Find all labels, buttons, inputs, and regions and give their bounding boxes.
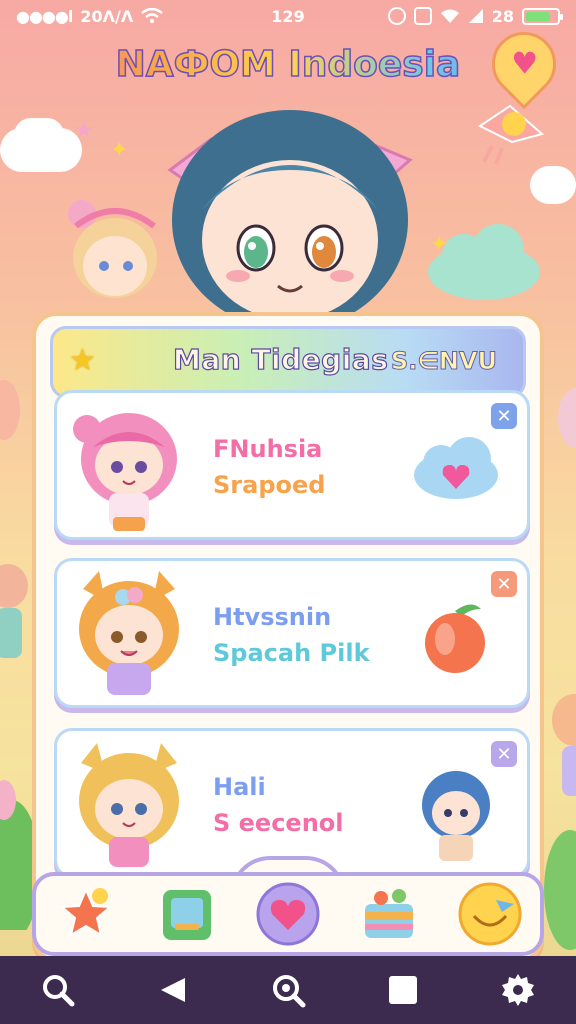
close-icon[interactable]: ✕: [491, 741, 517, 767]
card-subtitle: Srapoed: [213, 471, 326, 499]
balloon-decoration: [0, 380, 20, 440]
rocket-decoration: [478, 104, 545, 165]
menu-button[interactable]: S.∈NVU: [390, 347, 497, 376]
card-title: Hali: [213, 773, 266, 801]
cloud-decoration: [14, 118, 64, 152]
square-icon[interactable]: [379, 966, 427, 1014]
list-item-card[interactable]: FNuhsia Srapoed ✕: [54, 390, 530, 540]
signal-icon: ●●●●l: [16, 6, 73, 26]
right-bush-decoration: [544, 830, 576, 950]
orange-hair-character: [79, 571, 179, 695]
panel-header: ★ Man Tidegias S.∈NVU: [50, 326, 526, 398]
smiley-icon[interactable]: [458, 882, 522, 946]
heart-icon[interactable]: [256, 882, 320, 946]
right-edge-character: [552, 694, 576, 796]
bottom-dock: [32, 872, 544, 956]
sparkle-icon: ✦: [110, 138, 129, 163]
card-title: Htvssnin: [213, 603, 332, 631]
panel-title: Man Tidegias: [172, 342, 389, 376]
peach-icon: [425, 604, 485, 673]
star-badge-icon[interactable]: [54, 882, 118, 946]
status-left: ●●●●l 20Λ/Λ: [16, 7, 163, 26]
card-subtitle: Spacah Pilk: [213, 639, 370, 667]
status-time-left: 20Λ/Λ: [80, 6, 134, 26]
sparkle-icon: ★: [74, 118, 94, 143]
cloud-decoration: [530, 166, 576, 204]
close-icon[interactable]: ✕: [491, 403, 517, 429]
tablet-icon[interactable]: [155, 882, 219, 946]
hero-character-illustration: [167, 110, 413, 320]
card-subtitle: S eecenol: [213, 809, 344, 837]
left-edge-character: [0, 564, 28, 658]
battery-percent: 28: [491, 6, 514, 26]
back-icon[interactable]: [149, 966, 197, 1014]
cake-icon[interactable]: [357, 882, 421, 946]
search-icon[interactable]: [34, 966, 82, 1014]
heart-cloud-icon: [414, 437, 498, 499]
app-title: NAФOM Indoesia: [0, 43, 576, 86]
close-icon[interactable]: ✕: [491, 571, 517, 597]
status-right: 28: [387, 6, 563, 26]
zoom-icon[interactable]: [264, 966, 312, 1014]
cell-signal-icon: [468, 9, 483, 23]
blonde-hair-character: [79, 743, 179, 867]
battery-fill: [526, 11, 550, 21]
system-nav-bar: [0, 956, 576, 1024]
status-bar: ●●●●l 20Λ/Λ 129 28: [0, 0, 576, 32]
sync-icon: [387, 7, 406, 25]
balloon-decoration: [558, 388, 576, 448]
wifi-icon: [141, 8, 163, 23]
card-title: FNuhsia: [213, 435, 323, 463]
pink-hair-character: [73, 413, 177, 531]
star-icon[interactable]: ★: [69, 343, 96, 378]
battery-icon: [522, 7, 563, 25]
list-item-card[interactable]: Htvssnin Spacah Pilk ✕: [54, 558, 530, 708]
wifi-small-icon: [440, 9, 459, 23]
gear-icon[interactable]: [494, 966, 542, 1014]
notification-icon: [413, 7, 432, 25]
blue-hair-character: [422, 771, 490, 861]
cloud-decoration: [428, 224, 540, 300]
